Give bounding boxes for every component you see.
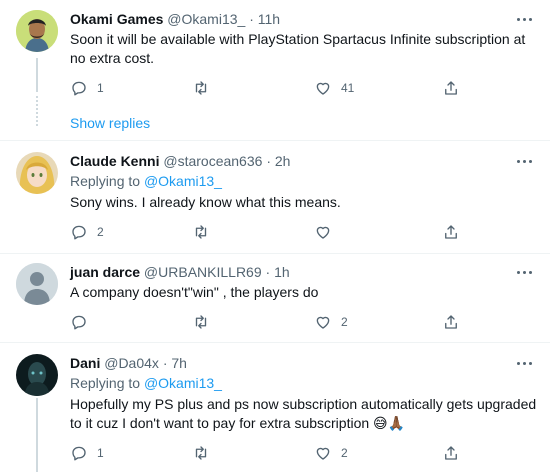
tweet-actions: 2 bbox=[70, 312, 470, 332]
replying-to-handle[interactable]: @Okami13_ bbox=[144, 375, 222, 391]
like-count: 2 bbox=[341, 446, 348, 460]
timestamp[interactable]: 11h bbox=[258, 11, 280, 27]
retweet-icon bbox=[195, 315, 207, 329]
tweet-header: Claude Kenni @starocean636 · 2h bbox=[70, 152, 538, 170]
author-name[interactable]: Okami Games bbox=[70, 11, 163, 27]
author-handle[interactable]: @Okami13_ bbox=[167, 11, 245, 27]
retweet-icon bbox=[195, 225, 207, 239]
like-button[interactable] bbox=[314, 222, 341, 242]
tweet-claude-kenni[interactable]: Claude Kenni @starocean636 · 2h Replying… bbox=[0, 141, 550, 253]
tweet-text-line: A company doesn't"win" , the players do bbox=[70, 284, 319, 300]
share-icon bbox=[445, 446, 457, 460]
like-icon bbox=[316, 226, 330, 239]
tweet-header: Dani @Da04x · 7h bbox=[70, 354, 538, 372]
avatar[interactable] bbox=[16, 152, 58, 194]
avatar[interactable] bbox=[16, 263, 58, 305]
like-count: 2 bbox=[341, 315, 348, 329]
tweet-text-line: no extra cost. bbox=[70, 50, 155, 66]
author-name[interactable]: juan darce bbox=[70, 264, 140, 280]
more-icon[interactable] bbox=[516, 263, 534, 281]
like-icon bbox=[316, 447, 330, 460]
timestamp[interactable]: 1h bbox=[274, 264, 290, 280]
retweet-icon bbox=[195, 446, 207, 460]
tweet-text-line: Hopefully my PS plus and ps now subscrip… bbox=[70, 396, 537, 412]
tweet-header: Okami Games @Okami13_ · 11h bbox=[70, 10, 538, 28]
reply-button[interactable]: 1 bbox=[70, 443, 104, 463]
retweet-button[interactable] bbox=[192, 78, 219, 98]
author-name[interactable]: Dani bbox=[70, 355, 100, 371]
retweet-button[interactable] bbox=[192, 222, 219, 242]
replying-to: Replying to @Okami13_ bbox=[70, 172, 538, 191]
author-handle[interactable]: @URBANKILLR69 bbox=[144, 264, 262, 280]
author-handle[interactable]: @starocean636 bbox=[163, 153, 262, 169]
show-replies-link[interactable]: Show replies bbox=[70, 115, 150, 131]
more-icon[interactable] bbox=[516, 152, 534, 170]
tweet-text: Soon it will be available with PlayStati… bbox=[70, 30, 538, 68]
like-button[interactable]: 2 bbox=[314, 312, 348, 332]
tweet-text: A company doesn't"win" , the players do bbox=[70, 283, 538, 302]
tweet-okami-games[interactable]: Okami Games @Okami13_ · 11h Soon it will… bbox=[0, 0, 550, 140]
separator-dot: · bbox=[265, 264, 271, 280]
tweet-text-line: Sony wins. I already know what this mean… bbox=[70, 194, 341, 210]
like-icon bbox=[316, 82, 330, 95]
more-icon[interactable] bbox=[516, 10, 534, 28]
tweet-dani[interactable]: Dani @Da04x · 7h Replying to @Okami13_ H… bbox=[0, 343, 550, 472]
tweet-text-line: Soon it will be available with PlayStati… bbox=[70, 31, 526, 47]
like-icon bbox=[316, 316, 330, 329]
retweet-icon bbox=[195, 81, 207, 95]
replying-to-label: Replying to bbox=[70, 173, 141, 189]
like-button[interactable]: 41 bbox=[314, 78, 354, 98]
replying-to-label: Replying to bbox=[70, 375, 141, 391]
separator-dot: · bbox=[249, 11, 254, 27]
reply-button[interactable]: 1 bbox=[70, 78, 104, 98]
share-button[interactable] bbox=[442, 443, 460, 463]
reply-count: 1 bbox=[97, 81, 104, 95]
replying-to: Replying to @Okami13_ bbox=[70, 374, 538, 393]
replying-to-handle[interactable]: @Okami13_ bbox=[144, 173, 222, 189]
author-name[interactable]: Claude Kenni bbox=[70, 153, 159, 169]
tweet-text: Sony wins. I already know what this mean… bbox=[70, 193, 538, 212]
reply-icon bbox=[72, 446, 86, 461]
emoji: 😅🙏🏾 bbox=[373, 415, 406, 431]
share-button[interactable] bbox=[442, 222, 460, 242]
reply-icon bbox=[72, 225, 86, 240]
retweet-button[interactable] bbox=[192, 312, 219, 332]
tweet-actions: 1 41 bbox=[70, 78, 470, 98]
tweet-juan-darce[interactable]: juan darce @URBANKILLR69 · 1h A company … bbox=[0, 254, 550, 342]
reply-button[interactable]: 2 bbox=[70, 222, 104, 242]
reply-icon bbox=[72, 81, 86, 96]
share-icon bbox=[445, 81, 457, 95]
timestamp[interactable]: 7h bbox=[171, 355, 187, 371]
retweet-button[interactable] bbox=[192, 443, 219, 463]
timestamp[interactable]: 2h bbox=[275, 153, 291, 169]
tweet-header: juan darce @URBANKILLR69 · 1h bbox=[70, 263, 538, 281]
separator-dot: · bbox=[266, 153, 271, 169]
reply-icon bbox=[72, 315, 86, 330]
share-button[interactable] bbox=[442, 78, 460, 98]
more-icon[interactable] bbox=[516, 354, 534, 372]
reply-count: 1 bbox=[97, 446, 104, 460]
reply-count: 2 bbox=[97, 225, 104, 239]
like-count: 41 bbox=[341, 81, 355, 95]
tweet-actions: 2 bbox=[70, 222, 470, 242]
share-icon bbox=[445, 225, 457, 239]
tweet-text: Hopefully my PS plus and ps now subscrip… bbox=[70, 395, 538, 433]
tweet-text-fragment: to it cuz I don't want to pay for extra … bbox=[70, 415, 370, 431]
share-icon bbox=[445, 315, 457, 329]
avatar[interactable] bbox=[16, 10, 58, 52]
tweet-text-line: to it cuz I don't want to pay for extra … bbox=[70, 414, 538, 433]
reply-button[interactable] bbox=[70, 312, 97, 332]
tweet-actions: 1 2 bbox=[70, 443, 470, 463]
separator-dot: · bbox=[162, 355, 168, 371]
avatar[interactable] bbox=[16, 354, 58, 396]
share-button[interactable] bbox=[442, 312, 460, 332]
author-handle[interactable]: @Da04x bbox=[104, 355, 159, 371]
like-button[interactable]: 2 bbox=[314, 443, 348, 463]
